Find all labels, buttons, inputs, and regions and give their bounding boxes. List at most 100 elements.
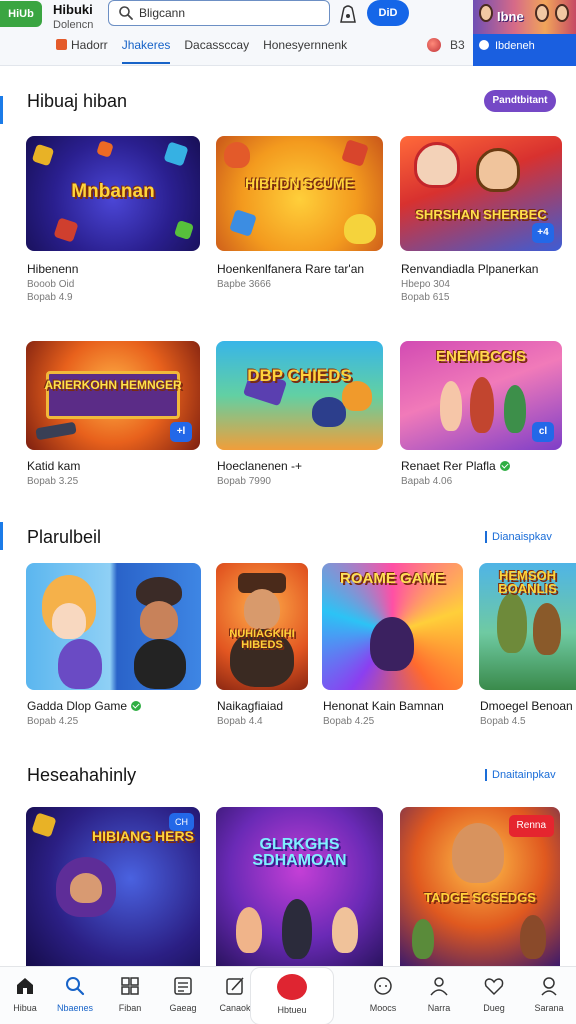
nav-tab-games[interactable]: Gaeag (158, 975, 208, 1013)
avatar (555, 4, 569, 22)
game-rating: Bopab 4.9 (27, 292, 73, 303)
promo-panel[interactable]: Ibne Ibdeneh (473, 0, 576, 66)
see-all-link[interactable]: Dianaispkav (485, 531, 552, 543)
game-thumbnail: ROAME GAME (322, 563, 463, 690)
see-all-link[interactable]: Dnaitainpkav (485, 769, 556, 781)
app-logo[interactable]: HiUb (0, 1, 42, 27)
nav-tab-messages[interactable]: Moocs (358, 975, 408, 1013)
account-icon (541, 977, 557, 996)
thumbnail-title: HIBIANG HERS (92, 828, 194, 844)
avatar (535, 4, 549, 22)
game-name: Hoenkenlfanera Rare tar'an (217, 262, 365, 276)
search-go-button[interactable]: DiD (367, 0, 409, 26)
game-name: Hoeclanenen -+ (217, 459, 303, 473)
thumbnail-title: ROAME GAME (340, 570, 445, 587)
thumbnail-badge: +l (170, 422, 192, 442)
game-thumbnail: HIBIANG HERS CH (26, 807, 200, 966)
game-thumbnail: ENEMBCCIS cl (400, 341, 562, 450)
section-title-2: Plarulbeil (27, 527, 102, 547)
game-thumbnail: SHRSHAN SHERBEC +4 (400, 136, 562, 251)
game-meta: Booob Oid (27, 279, 75, 290)
section-marker (0, 522, 3, 550)
game-name: Hibenenn (27, 262, 79, 276)
game-rating: Bopab 615 (401, 292, 450, 303)
thumbnail-title: ARIERKOHN HEMNGER (44, 378, 182, 392)
nav-link-2[interactable]: Dacassccay (184, 36, 249, 64)
game-thumbnail: HEMSOH BOANLIS (479, 563, 576, 690)
nav-tab-library[interactable]: Fiban (105, 975, 155, 1013)
game-meta: Bopab 4.4 (217, 716, 263, 727)
game-meta: Bopab 4.25 (27, 716, 79, 727)
thumbnail-title: GLRKGHS SDHAMOAN (252, 836, 347, 869)
game-name: Renaet Rer Plafla (401, 459, 510, 473)
game-name: Naikagfiaiad (217, 699, 284, 713)
game-meta: Bapab 4.06 (401, 476, 453, 487)
thumbnail-title: ENEMBCCIS (435, 348, 526, 365)
nav-tab-favorites[interactable]: Dueg (469, 975, 519, 1013)
featured-icon (277, 974, 307, 1000)
brand-title: Hibuki (53, 2, 93, 17)
thumbnail-title: Mnbanan (71, 181, 155, 202)
search-input[interactable] (139, 4, 324, 22)
list-icon (174, 977, 192, 995)
section-action-button[interactable]: Pandtbitant (484, 90, 556, 112)
bottom-navigation: Hibua Nbaenes Fiban Gaeag Canaok Hbtueu … (0, 966, 576, 1024)
nav-link-0[interactable]: Hadorr (56, 36, 108, 64)
promo-label: Ibdeneh (479, 40, 535, 52)
game-thumbnail: NUHIAGKIHI HIBEDS (216, 563, 308, 690)
game-meta: Bopab 4.25 (323, 716, 375, 727)
brand-subtitle: Dolencn (53, 19, 94, 31)
game-meta: Bopab 3.25 (27, 476, 79, 487)
nav-tab-featured[interactable]: Hbtueu (250, 967, 334, 1024)
search-icon (119, 6, 133, 20)
thumbnail-badge: Renna (508, 815, 554, 837)
nav-tab-account[interactable]: Sarana (524, 975, 574, 1013)
thumbnail-title: HEMSOH BOANLIS (498, 568, 557, 596)
thumbnail-title: TADGE SCSEDGS (424, 890, 536, 905)
promo-title: Ibne (497, 9, 524, 24)
gift-icon (56, 39, 67, 50)
chat-icon (374, 977, 392, 995)
heart-icon (484, 978, 504, 996)
thumbnail-badge: cl (532, 422, 554, 442)
game-thumbnail: GLRKGHS SDHAMOAN (216, 807, 383, 966)
thumbnail-title: SHRSHAN SHERBEC (415, 207, 547, 222)
nav-link-1[interactable]: Jhakeres (121, 36, 171, 64)
game-name: Dmoegel Benoan (480, 699, 573, 713)
game-name: Henonat Kain Bamnan (323, 699, 444, 713)
nav-tab-profile[interactable]: Narra (414, 975, 464, 1013)
search-bar[interactable] (108, 0, 330, 26)
game-meta: Hbepo 304 (401, 279, 450, 290)
nav-tab-search[interactable]: Nbaenes (50, 975, 100, 1013)
game-thumbnail (26, 563, 201, 690)
avatar (479, 4, 493, 22)
top-header: HiUb Hibuki Dolencn DiD Hadorr Jhakeres … (0, 0, 576, 66)
header-count: B3 (450, 38, 465, 52)
search-icon (66, 977, 85, 996)
thumbnail-title: NUHIAGKIHI HIBEDS (229, 628, 295, 651)
game-meta: Bapbe 3666 (217, 279, 271, 290)
nav-tab-home[interactable]: Hibua (0, 975, 50, 1013)
game-thumbnail: Mnbanan (26, 136, 200, 251)
game-name: Gadda Dlop Game (27, 699, 142, 713)
thumbnail-title: HIBHDN SCUME (245, 175, 354, 191)
game-thumbnail: HIBHDN SCUME (216, 136, 383, 251)
game-meta: Bopab 4.5 (480, 716, 526, 727)
profile-dot-icon[interactable] (427, 38, 441, 52)
promo-banner: Ibne (473, 0, 576, 34)
verified-icon (499, 461, 510, 471)
game-thumbnail: TADGE SCSEDGS Renna (400, 807, 560, 966)
section-marker (0, 96, 3, 124)
edit-icon (226, 977, 244, 995)
section-title-3: Heseahahinly (27, 765, 137, 785)
game-name: Renvandiadla Plpanerkan (401, 262, 539, 276)
nav-link-3[interactable]: Honesyernnenk (263, 36, 347, 64)
thumbnail-badge: +4 (532, 223, 554, 243)
game-thumbnail: ARIERKOHN HEMNGER +l (26, 341, 200, 450)
bag-icon[interactable] (335, 3, 361, 25)
thumbnail-title: DBP CHIEDS (247, 366, 352, 385)
library-icon (121, 977, 139, 995)
user-icon (479, 40, 489, 50)
verified-icon (131, 701, 142, 711)
game-meta: Bopab 7990 (217, 476, 271, 487)
